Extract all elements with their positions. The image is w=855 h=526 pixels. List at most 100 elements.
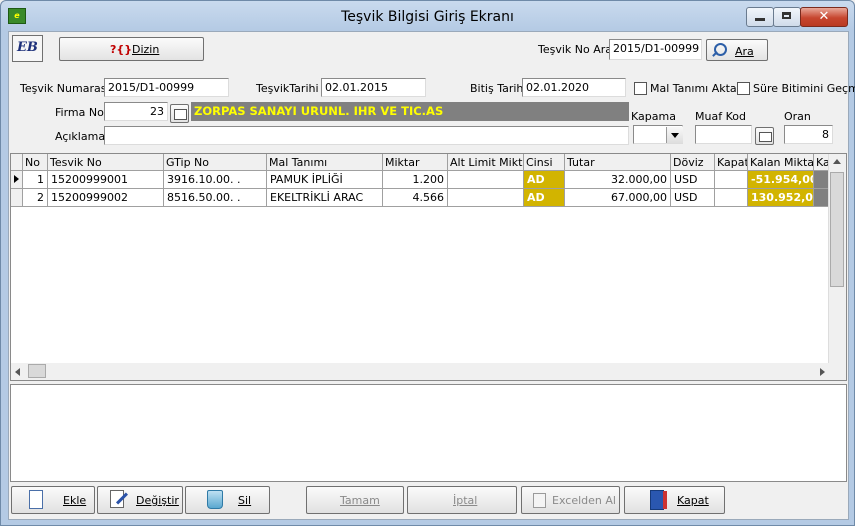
muaf-kod-input[interactable] [695,125,752,144]
iptal-button[interactable]: İptal [407,486,517,514]
col-header-tutar[interactable]: Tutar [565,154,671,171]
items-grid[interactable]: No Tesvik No GTip No Mal Tanımı Miktar A… [10,153,847,381]
grid-horizontal-scrollbar[interactable] [11,363,846,380]
cell-mal-tanimi[interactable]: EKELTRİKLİ ARAC [267,189,383,207]
ara-button[interactable]: Ara [706,39,768,61]
firma-lookup-button[interactable] [170,104,189,123]
degistir-label: Değiştir [136,494,179,507]
col-header-tesvik-no[interactable]: Tesvik No [48,154,164,171]
horizontal-scroll-thumb[interactable] [28,364,46,378]
cell-mal-tanimi[interactable]: PAMUK İPLİĞİ [267,171,383,189]
cell-kalan-miktar[interactable]: -51.954,00 [748,171,814,189]
muaf-kod-lookup-button[interactable] [755,127,774,145]
mal-tanimi-aktar-checkbox[interactable] [634,82,647,95]
cell-no[interactable]: 1 [23,171,48,189]
chevron-down-icon [671,133,679,138]
chevron-right-icon[interactable] [820,368,825,376]
chevron-left-icon[interactable] [15,368,20,376]
row-indicator [11,189,23,207]
sure-bitimini-label: Süre Bitimini Geçme [753,82,855,95]
tesvik-numarasi-input[interactable]: 2015/D1-00999 [104,78,229,97]
cell-gtip-no[interactable]: 3916.10.00. . [164,171,267,189]
degistir-button[interactable]: Değiştir [97,486,183,514]
cell-gtip-no[interactable]: 8516.50.00. . [164,189,267,207]
cell-alt-limit[interactable] [448,189,524,207]
cell-kalan-miktar[interactable]: 130.952,00 [748,189,814,207]
kapama-label: Kapama [631,110,676,123]
close-button[interactable]: ✕ [800,7,848,27]
cell-kapat[interactable] [715,171,748,189]
firma-no-label: Firma No [55,106,104,119]
cell-cinsi[interactable]: AD [524,189,565,207]
detail-panel [10,384,847,482]
tamam-button[interactable]: Tamam [306,486,404,514]
col-header-kapat[interactable]: Kapat [715,154,748,171]
cell-miktar[interactable]: 4.566 [383,189,448,207]
calendar-icon [759,132,772,142]
col-header-gtip-no[interactable]: GTip No [164,154,267,171]
oran-input[interactable]: 8 [784,125,833,144]
chevron-up-icon[interactable] [833,159,841,164]
vertical-scroll-thumb[interactable] [830,172,844,287]
cell-alt-limit[interactable] [448,171,524,189]
cell-tutar[interactable]: 32.000,00 [565,171,671,189]
cell-miktar[interactable]: 1.200 [383,171,448,189]
col-header-mal-tanimi[interactable]: Mal Tanımı [267,154,383,171]
sil-button[interactable]: Sil [185,486,270,514]
recycle-bin-icon [207,490,223,509]
kapat-button[interactable]: Kapat [624,486,725,514]
exit-door-icon [650,490,664,510]
cell-doviz[interactable]: USD [671,189,715,207]
iptal-label: İptal [453,494,478,507]
cell-tesvik-no[interactable]: 15200999001 [48,171,164,189]
col-header-miktar[interactable]: Miktar [383,154,448,171]
excelden-al-label: Excelden Al [552,494,616,507]
maximize-button[interactable] [773,7,801,27]
dizin-label: Dizin [132,43,160,56]
exit-door-frame-icon [663,491,667,509]
cell-tutar[interactable]: 67.000,00 [565,189,671,207]
bitis-tarihi-label: Bitiş Tarihi [470,82,527,95]
sil-label: Sil [238,494,252,507]
app-window: e Teşvik Bilgisi Giriş Ekranı ✕ EB ?{} D… [0,0,855,526]
cell-doviz[interactable]: USD [671,171,715,189]
col-header-no[interactable]: No [23,154,48,171]
cell-tesvik-no[interactable]: 15200999002 [48,189,164,207]
col-header-doviz[interactable]: Döviz [671,154,715,171]
firma-no-input[interactable]: 23 [104,102,168,121]
new-document-icon [29,490,43,509]
cell-cinsi[interactable]: AD [524,171,565,189]
title-bar: e Teşvik Bilgisi Giriş Ekranı ✕ [1,1,854,31]
excel-icon [533,493,546,508]
minimize-button[interactable] [746,7,774,27]
eb-logo[interactable]: EB [12,35,43,62]
col-header-kalan-miktar[interactable]: Kalan Miktar [748,154,814,171]
eb-logo-text: EB [17,40,38,55]
sure-bitimini-checkbox[interactable] [737,82,750,95]
dizin-button[interactable]: ?{} Dizin [59,37,204,61]
row-indicator [11,171,23,189]
oran-label: Oran [784,110,811,123]
col-header-cinsi[interactable]: Cinsi [524,154,565,171]
kapat-label: Kapat [677,494,709,507]
col-header-alt-limit[interactable]: Alt Limit Miktarı [448,154,524,171]
firma-name-display: ZORPAS SANAYI URUNL. IHR VE TIC.AS [191,102,629,121]
cell-no[interactable]: 2 [23,189,48,207]
tamam-label: Tamam [340,494,380,507]
search-label: Teşvik No Ara [538,43,613,56]
ekle-label: Ekle [63,494,87,507]
tesvik-tarihi-input[interactable]: 02.01.2015 [321,78,426,97]
grid-header-indicator [11,154,23,171]
ara-label: Ara [735,45,754,58]
window-title: Teşvik Bilgisi Giriş Ekranı [341,9,514,25]
kapama-dropdown-button[interactable] [666,127,683,143]
aciklama-input[interactable] [104,126,629,145]
cell-kapat[interactable] [715,189,748,207]
muaf-kod-label: Muaf Kod [695,110,746,123]
aciklama-label: Açıklama [55,130,106,143]
bitis-tarihi-input[interactable]: 02.01.2020 [522,78,626,97]
search-input[interactable]: 2015/D1-00999 [609,39,702,60]
excelden-al-button[interactable]: Excelden Al [521,486,620,514]
grid-vertical-scrollbar[interactable] [828,154,846,364]
ekle-button[interactable]: Ekle [11,486,95,514]
